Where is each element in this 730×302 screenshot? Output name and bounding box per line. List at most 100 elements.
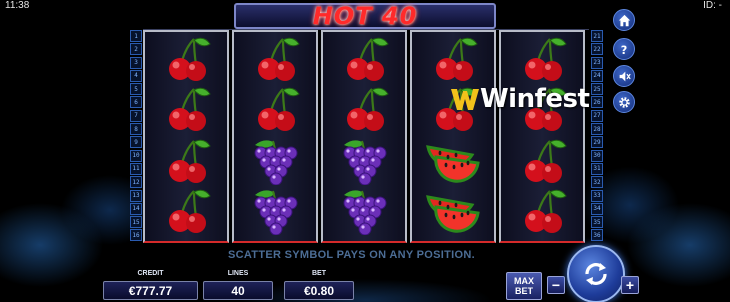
payline-number: 8 <box>130 123 142 136</box>
cherry-symbol <box>501 135 583 187</box>
reel-area <box>143 29 589 243</box>
payline-number: 30 <box>591 149 603 162</box>
payline-number: 16 <box>130 229 142 242</box>
reel-5 <box>499 30 585 243</box>
settings-icon <box>618 96 630 108</box>
svg-text:?: ? <box>621 44 628 56</box>
payline-number: 28 <box>591 123 603 136</box>
lines-display[interactable]: 40 <box>203 281 273 300</box>
watermelon-symbol <box>412 185 494 237</box>
payline-number: 35 <box>591 216 603 229</box>
watermark-text: Winfest <box>480 84 590 114</box>
spin-button[interactable] <box>567 245 625 302</box>
clock: 11:38 <box>5 0 30 11</box>
bet-display[interactable]: €0.80 <box>284 281 354 300</box>
payline-number: 13 <box>130 189 142 202</box>
payline-number: 26 <box>591 96 603 109</box>
cherry-icon <box>347 87 389 131</box>
max-bet-label-max: MAX <box>514 276 534 286</box>
payline-number: 34 <box>591 202 603 215</box>
max-bet-button[interactable]: MAX BET <box>506 272 542 300</box>
payline-number: 32 <box>591 176 603 189</box>
cherry-icon <box>169 139 211 183</box>
payline-number: 33 <box>591 189 603 202</box>
grapes-symbol <box>323 135 405 187</box>
payline-number: 12 <box>130 176 142 189</box>
cherry-symbol <box>323 33 405 85</box>
payline-number: 23 <box>591 56 603 69</box>
cherry-symbol <box>145 185 227 237</box>
payline-number: 10 <box>130 149 142 162</box>
cherry-icon <box>169 37 211 81</box>
player-id: ID: - <box>703 0 722 11</box>
payline-number: 25 <box>591 83 603 96</box>
grapes-symbol <box>234 185 316 237</box>
cherry-symbol <box>323 83 405 135</box>
home-icon <box>618 14 630 26</box>
grapes-icon <box>343 190 387 235</box>
payline-number: 27 <box>591 109 603 122</box>
grapes-symbol <box>234 135 316 187</box>
payline-number: 14 <box>130 202 142 215</box>
payline-number: 24 <box>591 69 603 82</box>
reel-4 <box>410 30 496 243</box>
payline-number: 5 <box>130 83 142 96</box>
payline-number: 2 <box>130 43 142 56</box>
cherry-symbol <box>501 33 583 85</box>
grapes-icon <box>343 140 387 185</box>
cherry-icon <box>258 37 300 81</box>
cherry-symbol <box>145 33 227 85</box>
sound-off-icon <box>619 71 631 81</box>
payline-number: 9 <box>130 136 142 149</box>
increase-bet-button[interactable]: + <box>621 276 639 294</box>
cherry-symbol <box>412 33 494 85</box>
cherry-symbol <box>501 185 583 237</box>
payline-number: 22 <box>591 43 603 56</box>
cherry-symbol <box>145 83 227 135</box>
plus-icon: + <box>625 277 635 293</box>
payline-number: 36 <box>591 229 603 242</box>
lines-label: LINES <box>227 270 249 277</box>
spin-arrows-icon <box>585 263 607 285</box>
cherry-icon <box>525 189 567 233</box>
payline-number: 29 <box>591 136 603 149</box>
watermark-logo: Winfest <box>450 84 590 114</box>
payline-indicators-left: 1 2 3 4 5 6 7 8 9 10 11 12 13 14 15 16 <box>130 30 142 243</box>
grapes-symbol <box>323 185 405 237</box>
scatter-message: SCATTER SYMBOL PAYS ON ANY POSITION. <box>228 249 475 261</box>
settings-button[interactable] <box>613 91 635 113</box>
help-button[interactable]: ? <box>613 38 635 60</box>
sound-button[interactable] <box>613 65 635 87</box>
cherry-symbol <box>234 83 316 135</box>
bet-label: BET <box>312 270 326 277</box>
payline-number: 31 <box>591 162 603 175</box>
reel-2 <box>232 30 318 243</box>
cherry-icon <box>347 37 389 81</box>
watermelon-symbol <box>412 135 494 187</box>
help-icon: ? <box>621 44 628 56</box>
cherry-icon <box>525 139 567 183</box>
cherry-icon <box>258 87 300 131</box>
game-title: HOT 40 <box>312 2 418 30</box>
cherry-icon <box>169 87 211 131</box>
credit-label: CREDIT <box>137 270 164 277</box>
payline-number: 1 <box>130 30 142 42</box>
payline-number: 4 <box>130 69 142 82</box>
payline-number: 3 <box>130 56 142 69</box>
payline-number: 11 <box>130 162 142 175</box>
decrease-bet-button[interactable]: − <box>547 276 565 294</box>
home-button[interactable] <box>613 9 635 31</box>
grapes-icon <box>254 140 298 185</box>
credit-display: €777.77 <box>103 281 198 300</box>
reel-1 <box>143 30 229 243</box>
max-bet-label-bet: BET <box>515 286 533 296</box>
reel-3 <box>321 30 407 243</box>
payline-number: 6 <box>130 96 142 109</box>
game-logo: HOT 40 <box>234 3 496 29</box>
cherry-symbol <box>145 135 227 187</box>
cherry-icon <box>169 189 211 233</box>
payline-number: 7 <box>130 109 142 122</box>
cherry-icon <box>525 37 567 81</box>
cherry-icon <box>436 37 478 81</box>
payline-number: 21 <box>591 30 603 42</box>
